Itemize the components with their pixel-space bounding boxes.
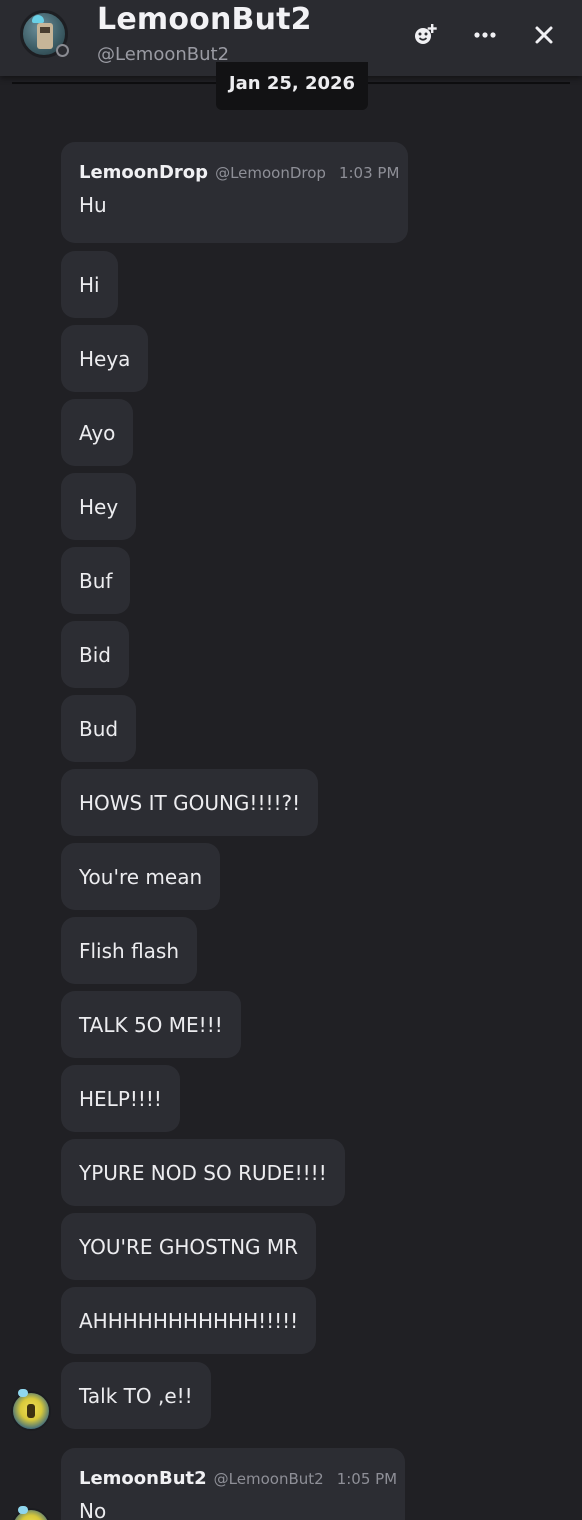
more-options-button[interactable] xyxy=(470,20,500,50)
avatar-figure-graphic xyxy=(37,23,53,49)
avatar-hat-graphic xyxy=(32,15,44,23)
message-bubble[interactable]: Hey xyxy=(61,473,137,540)
header-display-name[interactable]: LemoonBut2 xyxy=(97,2,312,37)
message-meta: LemoonBut2 @LemoonBut2 1:05 PM xyxy=(79,1468,397,1489)
message-bubble[interactable]: Hi xyxy=(61,251,118,318)
close-icon xyxy=(535,26,553,44)
message-meta: LemoonDrop @LemoonDrop 1:03 PM xyxy=(79,162,399,183)
message-author-handle: @LemoonDrop xyxy=(215,164,326,182)
message-bubble[interactable]: TALK 5O ME!!! xyxy=(61,991,241,1058)
avatar-hat-graphic xyxy=(18,1506,28,1514)
message-bubble[interactable]: Bid xyxy=(61,621,129,688)
message-bubble[interactable]: HELP!!!! xyxy=(61,1065,180,1132)
add-friend-button[interactable] xyxy=(410,20,440,50)
chat-window: LemoonBut2 @LemoonBut2 Jan 25, 2026 Lemo… xyxy=(0,0,582,1520)
message-bubble[interactable]: Bud xyxy=(61,695,137,762)
message-text: No xyxy=(79,1499,107,1520)
message-bubble[interactable]: YOU'RE GHOSTNG MR xyxy=(61,1213,317,1280)
offline-status-icon xyxy=(56,44,69,57)
message-bubble[interactable]: Buf xyxy=(61,547,131,614)
message-author-handle: @LemoonBut2 xyxy=(213,1470,324,1488)
avatar-figure-graphic xyxy=(27,1404,35,1418)
message-bubble[interactable]: Heya xyxy=(61,325,149,392)
message-bubble[interactable]: Flish flash xyxy=(61,917,198,984)
message-group-header[interactable]: LemoonDrop @LemoonDrop 1:03 PM Hu xyxy=(61,142,408,243)
message-timestamp: 1:05 PM xyxy=(336,1470,398,1488)
message-author[interactable]: LemoonDrop xyxy=(79,162,208,183)
date-divider-label: Jan 25, 2026 xyxy=(216,62,368,110)
sender-avatar[interactable] xyxy=(11,1506,51,1520)
message-bubble[interactable]: YPURE NOD SO RUDE!!!! xyxy=(61,1139,345,1206)
close-button[interactable] xyxy=(529,20,559,50)
header-username: @LemoonBut2 xyxy=(97,44,230,65)
add-friend-icon xyxy=(415,24,437,44)
message-text: Hu xyxy=(79,193,107,217)
message-bubble[interactable]: Ayo xyxy=(61,399,134,466)
message-bubble[interactable]: AHHHHHHHHHHH!!!!! xyxy=(61,1287,317,1354)
more-options-icon xyxy=(474,32,496,38)
message-bubble[interactable]: Talk TO ,e!! xyxy=(61,1362,211,1429)
message-bubble[interactable]: You're mean xyxy=(61,843,221,910)
sender-avatar[interactable] xyxy=(11,1389,51,1431)
message-author[interactable]: LemoonBut2 xyxy=(79,1468,207,1489)
message-timestamp: 1:03 PM xyxy=(338,164,400,182)
avatar-hat-graphic xyxy=(18,1389,28,1397)
message-group-header[interactable]: LemoonBut2 @LemoonBut2 1:05 PM No xyxy=(61,1448,405,1520)
message-bubble[interactable]: HOWS IT GOUNG!!!!?! xyxy=(61,769,319,836)
